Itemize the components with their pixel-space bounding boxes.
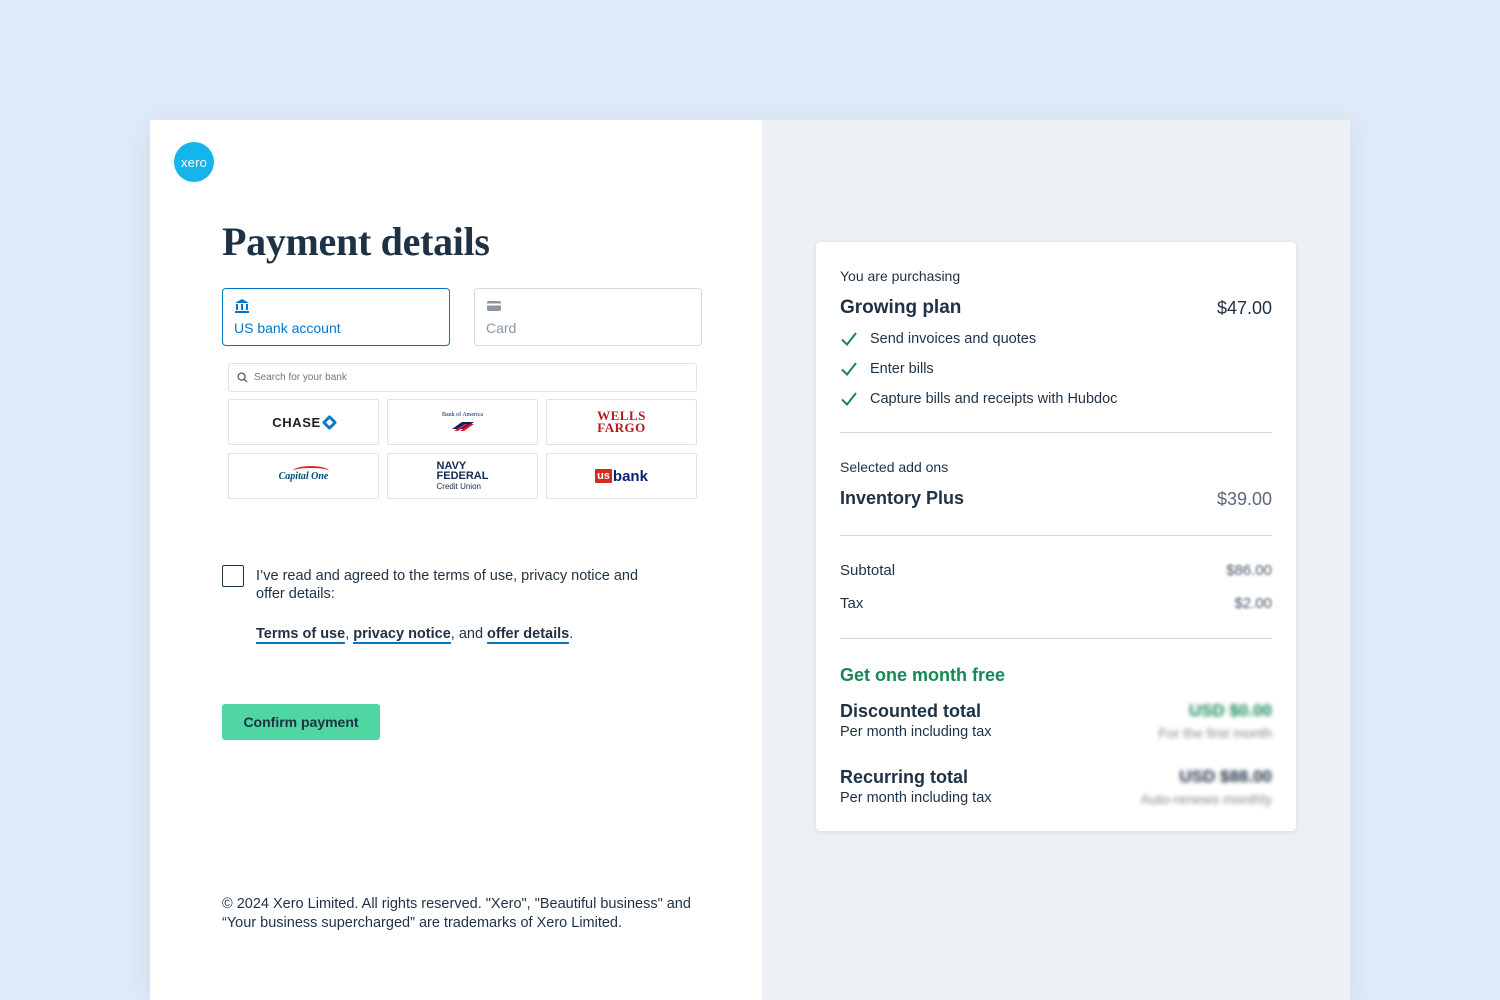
- confirm-payment-button[interactable]: Confirm payment: [222, 704, 380, 740]
- checkmark-icon: [841, 392, 857, 407]
- order-summary-panel: You are purchasing Growing plan $47.00 S…: [762, 120, 1350, 1000]
- bank-name: Bank of America: [442, 412, 483, 418]
- purchasing-label: You are purchasing: [840, 268, 961, 284]
- recurring-total-note: Auto-renews monthly: [1140, 791, 1272, 807]
- xero-logo: xero: [174, 142, 214, 182]
- bank-icon: [235, 299, 249, 313]
- bank-navy-federal[interactable]: NAVY FEDERAL Credit Union: [387, 453, 538, 499]
- tax-label: Tax: [840, 595, 864, 612]
- chase-logo: CHASE: [272, 414, 338, 430]
- bank-name-line2: FARGO: [597, 420, 646, 435]
- tax-value: $2.00: [1234, 595, 1272, 612]
- search-icon: [237, 372, 248, 383]
- feature-item: Enter bills: [840, 360, 934, 378]
- discounted-total-note: For the first month: [1158, 725, 1272, 741]
- bank-wells-fargo[interactable]: WELLS FARGO: [546, 399, 697, 445]
- capital-one-logo: Capital One: [279, 465, 329, 482]
- chase-octagon-icon: [321, 414, 338, 430]
- capital-one-swoosh-icon: [292, 465, 329, 476]
- subtotal-label: Subtotal: [840, 562, 896, 579]
- checkout-window: xero Payment details US bank account Car…: [150, 120, 1350, 1000]
- checkmark-icon: [841, 332, 857, 347]
- terms-of-use-link[interactable]: Terms of use: [256, 626, 346, 644]
- discounted-total-value: USD $0.00: [1188, 701, 1272, 720]
- wells-fargo-logo: WELLS FARGO: [597, 409, 646, 435]
- addon-name: Inventory Plus: [840, 488, 965, 508]
- feature-label: Send invoices and quotes: [870, 331, 1037, 347]
- payment-panel: xero Payment details US bank account Car…: [150, 120, 762, 1000]
- order-summary-card: You are purchasing Growing plan $47.00 S…: [816, 242, 1296, 831]
- navy-federal-logo: NAVY FEDERAL Credit Union: [436, 460, 489, 492]
- addons-label: Selected add ons: [840, 459, 949, 475]
- link-end: .: [569, 626, 574, 642]
- bank-of-america-logo: Bank of America: [442, 412, 483, 432]
- footer-copyright: © 2024 Xero Limited. All rights reserved…: [222, 896, 691, 931]
- recurring-total-sub: Per month including tax: [840, 790, 992, 806]
- feature-label: Enter bills: [870, 361, 934, 377]
- link-separator: ,: [345, 626, 350, 642]
- bank-us-bank[interactable]: us bank: [546, 453, 697, 499]
- bank-name-suffix: bank: [612, 467, 648, 485]
- feature-item: Capture bills and receipts with Hubdoc: [840, 390, 1117, 408]
- bank-name: CHASE: [272, 414, 321, 430]
- divider: [840, 535, 1272, 536]
- us-bank-logo: us bank: [595, 468, 648, 485]
- discounted-total-sub: Per month including tax: [840, 724, 992, 740]
- feature-label: Capture bills and receipts with Hubdoc: [870, 391, 1118, 407]
- bank-search-input[interactable]: [254, 372, 674, 383]
- offer-details-link[interactable]: offer details: [487, 626, 570, 644]
- promo-label: Get one month free: [840, 665, 1006, 685]
- credit-card-icon: [487, 301, 501, 311]
- terms-links: Terms of use, privacy notice, and offer …: [256, 626, 574, 644]
- payment-method-bank[interactable]: US bank account: [222, 288, 450, 346]
- feature-item: Send invoices and quotes: [840, 330, 1036, 348]
- bank-name-line3: Credit Union: [436, 481, 481, 491]
- plan-price: $47.00: [1216, 298, 1272, 318]
- payment-method-label: US bank account: [234, 320, 341, 336]
- bank-chase[interactable]: CHASE: [228, 399, 379, 445]
- bank-bank-of-america[interactable]: Bank of America: [387, 399, 538, 445]
- terms-agreement-text: I’ve read and agreed to the terms of use…: [256, 568, 639, 602]
- bank-name-line2: FEDERAL: [436, 469, 489, 482]
- divider: [840, 638, 1272, 639]
- terms-checkbox[interactable]: [222, 565, 244, 587]
- checkmark-icon: [841, 362, 857, 377]
- boa-flag-icon: [451, 422, 474, 431]
- link-separator: , and: [450, 626, 484, 642]
- bank-capital-one[interactable]: Capital One: [228, 453, 379, 499]
- recurring-total-value: USD $88.00: [1179, 767, 1272, 786]
- recurring-total-label: Recurring total: [840, 767, 969, 787]
- bank-name-prefix: us: [595, 469, 612, 483]
- addon-price: $39.00: [1216, 489, 1272, 509]
- subtotal-value: $86.00: [1226, 562, 1272, 579]
- payment-method-card[interactable]: Card: [474, 288, 702, 346]
- plan-name: Growing plan: [840, 297, 962, 318]
- bank-grid: CHASE Bank of America WELLS FARGO Capita…: [228, 399, 697, 499]
- discounted-total-label: Discounted total: [840, 701, 982, 721]
- payment-method-label: Card: [486, 320, 517, 336]
- bank-search[interactable]: [228, 363, 697, 392]
- divider: [840, 432, 1272, 433]
- privacy-notice-link[interactable]: privacy notice: [353, 626, 451, 644]
- page-title: Payment details: [222, 219, 490, 264]
